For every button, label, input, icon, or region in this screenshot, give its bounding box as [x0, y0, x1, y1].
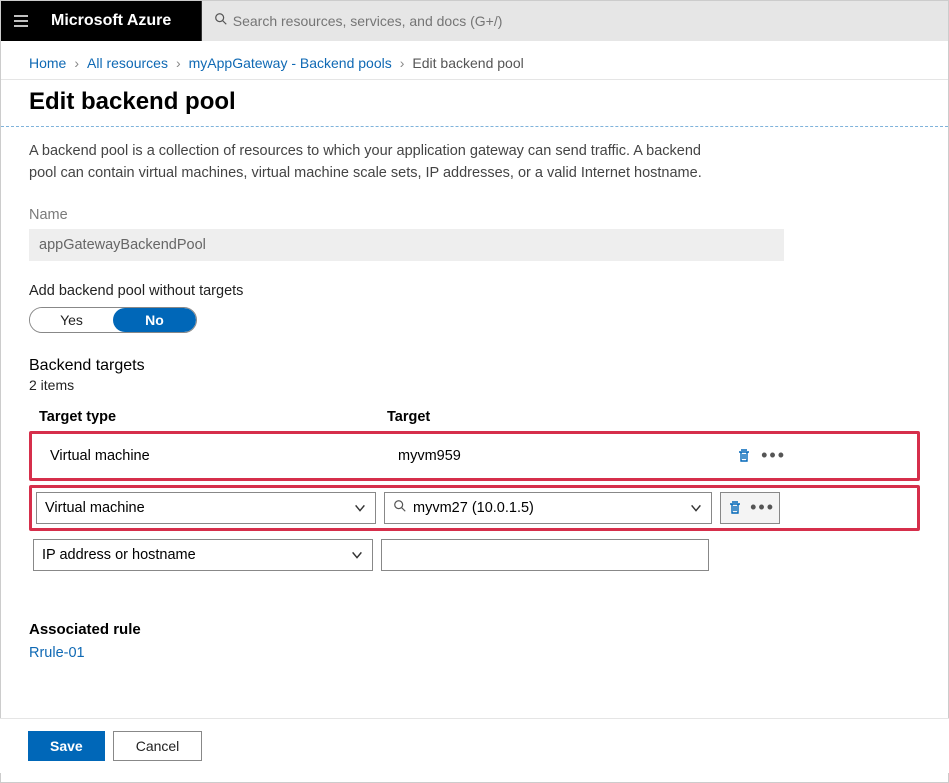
- target-type-value: IP address or hostname: [42, 547, 196, 563]
- col-target-type: Target type: [39, 409, 379, 425]
- table-row: IP address or hostname: [29, 535, 920, 575]
- table-header: Target type Target: [29, 403, 920, 431]
- chevron-down-icon: [689, 501, 703, 515]
- cancel-button[interactable]: Cancel: [113, 731, 203, 761]
- search-icon: [393, 499, 407, 517]
- footer: Save Cancel: [0, 718, 949, 773]
- without-targets-label: Add backend pool without targets: [29, 283, 920, 299]
- target-type-select[interactable]: Virtual machine: [36, 492, 376, 524]
- toggle-no[interactable]: No: [113, 308, 196, 332]
- table-row: Virtual machine myvm959 •••: [29, 431, 920, 481]
- associated-rule-heading: Associated rule: [29, 621, 920, 638]
- table-row: Virtual machine myvm27 (10.0.1.5) •••: [29, 485, 920, 531]
- without-targets-toggle[interactable]: Yes No: [29, 307, 197, 333]
- rule-link[interactable]: Rrule-01: [29, 645, 85, 661]
- target-type-select[interactable]: IP address or hostname: [33, 539, 373, 571]
- target-value: myvm27 (10.0.1.5): [413, 500, 534, 516]
- target-value: myvm959: [390, 440, 718, 472]
- chevron-right-icon: ›: [400, 55, 405, 71]
- breadcrumb-gateway[interactable]: myAppGateway - Backend pools: [189, 55, 392, 71]
- row-actions: •••: [720, 492, 780, 524]
- search-icon: [214, 12, 228, 31]
- breadcrumb-all-resources[interactable]: All resources: [87, 55, 168, 71]
- menu-icon[interactable]: [1, 12, 41, 30]
- target-type-value: Virtual machine: [45, 500, 145, 516]
- page-description: A backend pool is a collection of resour…: [29, 141, 729, 185]
- chevron-right-icon: ›: [74, 55, 79, 71]
- breadcrumb: Home › All resources › myAppGateway - Ba…: [1, 41, 948, 80]
- page-body: Edit backend pool A backend pool is a co…: [1, 80, 948, 678]
- target-input[interactable]: [381, 539, 709, 571]
- associated-rule-section: Associated rule Rrule-01: [29, 621, 920, 662]
- topbar: Microsoft Azure: [1, 1, 948, 41]
- targets-count: 2 items: [29, 377, 920, 393]
- target-type-value: Virtual machine: [42, 440, 382, 472]
- more-icon[interactable]: •••: [750, 497, 775, 518]
- save-button[interactable]: Save: [28, 731, 105, 761]
- more-icon[interactable]: •••: [761, 445, 786, 466]
- delete-icon[interactable]: [733, 445, 755, 467]
- targets-heading: Backend targets: [29, 357, 920, 375]
- col-target: Target: [387, 409, 715, 425]
- search-input[interactable]: [233, 13, 936, 29]
- toggle-yes[interactable]: Yes: [30, 308, 113, 332]
- row-actions: •••: [726, 445, 786, 467]
- delete-icon[interactable]: [725, 497, 744, 519]
- global-search[interactable]: [201, 1, 948, 41]
- name-label: Name: [29, 207, 920, 223]
- separator: [1, 126, 948, 127]
- brand: Microsoft Azure: [41, 12, 201, 30]
- breadcrumb-home[interactable]: Home: [29, 55, 66, 71]
- chevron-down-icon: [350, 548, 364, 562]
- breadcrumb-current: Edit backend pool: [412, 55, 523, 71]
- chevron-down-icon: [353, 501, 367, 515]
- chevron-right-icon: ›: [176, 55, 181, 71]
- page-title: Edit backend pool: [29, 88, 920, 116]
- name-input: appGatewayBackendPool: [29, 229, 784, 261]
- target-select[interactable]: myvm27 (10.0.1.5): [384, 492, 712, 524]
